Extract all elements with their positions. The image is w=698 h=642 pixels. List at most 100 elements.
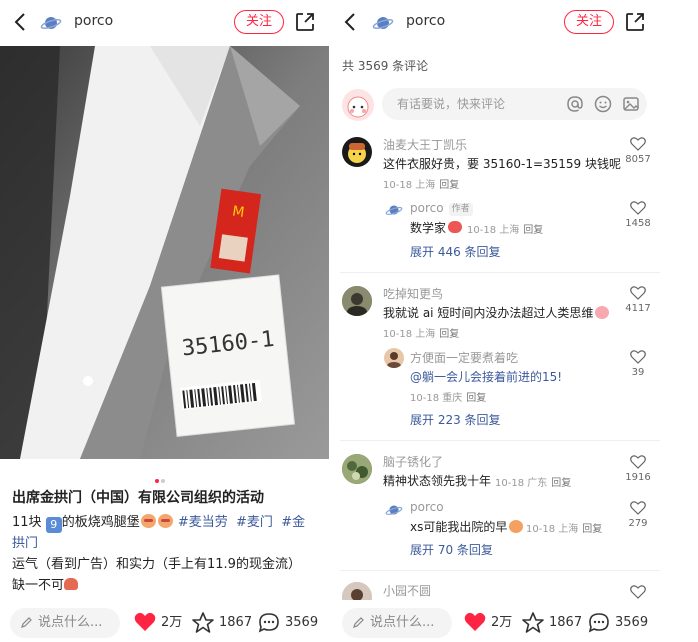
comment-location: 上海 — [415, 180, 436, 191]
like-count: 2万 — [161, 615, 183, 630]
smile-icon[interactable] — [594, 95, 612, 113]
reply-like-count: 279 — [628, 518, 648, 529]
share-icon[interactable] — [624, 11, 646, 33]
post-action-bar: 说点什么... 2万 1867 3569 — [0, 600, 336, 642]
comment-input-placeholder: 有话要说，快来评论 — [397, 97, 506, 111]
post-line-3: 运气（看到广告）和实力（手上有11.9的现金流） — [12, 557, 301, 572]
comment-like-button[interactable] — [618, 585, 658, 599]
commenter-avatar[interactable] — [342, 454, 372, 484]
heart-outline-icon — [630, 455, 646, 469]
planet-avatar-icon[interactable] — [372, 12, 394, 34]
post-title: 出席金拱门（中国）有限公司组织的活动 — [12, 490, 264, 506]
heart-icon — [134, 612, 156, 631]
back-arrow-icon[interactable] — [10, 11, 32, 33]
heart-outline-icon — [630, 585, 646, 599]
reply-location: 上海 — [499, 225, 520, 236]
comment-like-count: 1916 — [625, 472, 651, 483]
commenter-name[interactable]: 油麦大王丁凯乐 — [383, 136, 467, 153]
comment-text-content: 我就说 ai 短时间内没办法超过人类思维 — [383, 306, 594, 320]
mention-link[interactable]: @躺一会儿会接着前进的15! — [410, 370, 562, 384]
reply-text-content: 数学家 — [410, 221, 447, 235]
star-icon — [522, 612, 544, 633]
post-line-4-text: 缺一不可 — [12, 578, 65, 593]
comment-like-button[interactable]: 8057 — [618, 137, 658, 165]
comment-input[interactable]: 说点什么... — [342, 608, 452, 638]
comment-like-button[interactable]: 4117 — [618, 286, 658, 314]
comment-bubble-icon — [258, 613, 279, 633]
at-icon[interactable] — [566, 95, 584, 113]
post-line-1-start: 11块 — [12, 515, 42, 530]
follow-button[interactable]: 关注 — [564, 10, 614, 34]
reply-link[interactable]: 回复 — [466, 393, 486, 404]
carousel-dot — [161, 479, 165, 483]
favorite-count: 1867 — [219, 615, 253, 630]
comments-panel: porco 关注 共 3569 条评论 有话要说，快来评论 油麦大王丁凯乐 这件… — [340, 0, 698, 642]
author-name[interactable]: porco — [74, 13, 113, 29]
reply-location: 上海 — [558, 524, 579, 535]
comment-text: 这件衣服好贵，要 35160-1=35159 块钱呢 — [383, 157, 621, 171]
comment-input-placeholder: 说点什么... — [38, 615, 103, 630]
comment-date: 10-18 — [495, 478, 525, 489]
follow-button[interactable]: 关注 — [234, 10, 284, 34]
reply-like-button[interactable]: 1458 — [618, 201, 658, 229]
crying-emoji-icon — [509, 520, 524, 533]
reply-name[interactable]: porco — [410, 500, 444, 514]
pen-icon — [353, 617, 364, 628]
comment-input[interactable]: 说点什么... — [10, 608, 120, 638]
reply-name[interactable]: porco 作者 — [410, 201, 473, 216]
hashtag-link[interactable]: #金 — [281, 515, 305, 530]
like-button[interactable]: 2万 — [464, 610, 524, 636]
carousel-dots — [155, 468, 167, 487]
comment-text: 我就说 ai 短时间内没办法超过人类思维 — [383, 304, 610, 321]
image-icon[interactable] — [622, 95, 640, 113]
back-arrow-icon[interactable] — [340, 11, 362, 33]
pen-icon — [21, 617, 32, 628]
chicken-emoji-icon — [157, 514, 173, 528]
commenter-avatar[interactable] — [342, 137, 372, 167]
reply-meta: 10-18 重庆 回复 — [410, 389, 486, 404]
comment-count: 3569 — [615, 615, 649, 630]
commenter-name[interactable]: 脑子锈化了 — [383, 453, 443, 470]
favorite-button[interactable]: 1867 — [522, 610, 582, 636]
reply-link[interactable]: 回复 — [523, 225, 543, 236]
post-photo[interactable]: M 35160-1 — [0, 46, 329, 459]
comment-location: 广东 — [527, 478, 548, 489]
reply-name[interactable]: 方便面一定要煮着吃 — [410, 349, 518, 366]
planet-avatar-icon[interactable] — [40, 12, 62, 34]
comment-button[interactable]: 3569 — [258, 610, 328, 636]
like-button[interactable]: 2万 — [134, 610, 194, 636]
author-name[interactable]: porco — [406, 13, 445, 29]
reply-link[interactable]: 回复 — [439, 329, 459, 340]
comment-button[interactable]: 3569 — [588, 610, 658, 636]
comment-total: 共 3569 条评论 — [342, 59, 429, 73]
reply-link[interactable]: 回复 — [582, 524, 602, 535]
commenter-avatar[interactable] — [342, 286, 372, 316]
hashtag-link-cont[interactable]: 拱门 — [12, 536, 38, 551]
expand-replies-link[interactable]: 展开 446 条回复 — [410, 243, 501, 260]
reply-link[interactable]: 回复 — [439, 180, 459, 191]
reply-date: 10-18 — [467, 225, 497, 236]
reply-like-button[interactable]: 39 — [618, 350, 658, 378]
reply-avatar[interactable] — [384, 200, 404, 220]
comment-like-button[interactable]: 1916 — [618, 455, 658, 483]
commenter-name[interactable]: 吃掉知更鸟 — [383, 285, 443, 302]
commenter-name[interactable]: 小园不圆 — [383, 582, 431, 599]
reply-avatar[interactable] — [384, 500, 404, 520]
expand-replies-link[interactable]: 展开 223 条回复 — [410, 411, 501, 428]
hashtag-link[interactable]: #麦门 — [236, 515, 273, 530]
comments-action-bar: 说点什么... 2万 1867 3569 — [340, 600, 698, 642]
comment-input-box[interactable]: 有话要说，快来评论 — [382, 88, 647, 120]
divider — [340, 272, 660, 273]
hashtag-link[interactable]: #麦当劳 — [178, 515, 228, 530]
reply-like-button[interactable]: 279 — [618, 501, 658, 529]
reply-avatar[interactable] — [384, 348, 404, 368]
praying-hands-emoji-icon — [64, 578, 79, 590]
expand-replies-link[interactable]: 展开 70 条回复 — [410, 541, 493, 558]
number-badge: 9 — [45, 517, 62, 533]
reply-text: @躺一会儿会接着前进的15! — [410, 368, 562, 385]
share-icon[interactable] — [294, 11, 316, 33]
reply-link[interactable]: 回复 — [551, 478, 571, 489]
heart-outline-icon — [630, 201, 646, 215]
favorite-button[interactable]: 1867 — [192, 610, 252, 636]
heart-icon — [464, 612, 486, 631]
